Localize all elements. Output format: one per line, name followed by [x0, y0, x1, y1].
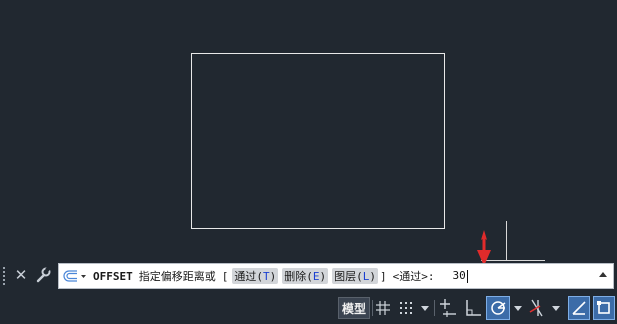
prompt-text: 指定偏移距离或 [138, 270, 216, 283]
polar-tracking-icon[interactable] [486, 296, 510, 320]
option-layer[interactable]: 图层(L) [332, 268, 378, 284]
model-tab[interactable]: 模型 [338, 297, 370, 319]
rectangle-object[interactable] [191, 53, 445, 229]
dynamic-input-icon[interactable] [438, 296, 460, 320]
snap-dropdown-icon[interactable] [419, 296, 431, 320]
bracket-close: ] [380, 269, 387, 283]
bracket-open: [ [221, 269, 229, 283]
snap-icon[interactable] [396, 296, 416, 320]
command-line-grip[interactable] [3, 265, 9, 285]
command-line[interactable]: OFFSET 指定偏移距离或 [ 通过(T) 删除(E) 图层(L) ] <通过… [58, 263, 614, 289]
default-option: <通过>: [392, 270, 435, 283]
close-icon[interactable]: ✕ [13, 265, 29, 285]
option-through[interactable]: 通过(T) [232, 268, 279, 284]
object-snap-tracking-icon[interactable] [568, 296, 590, 320]
scroll-up-icon[interactable] [599, 270, 607, 280]
divider [372, 300, 373, 316]
grid-icon[interactable] [374, 296, 392, 320]
isodraft-icon[interactable] [526, 296, 548, 320]
ortho-icon[interactable] [462, 296, 484, 320]
recent-commands-icon[interactable] [63, 266, 93, 286]
crosshair-cursor-vertical [506, 221, 507, 260]
command-input[interactable]: 30 [453, 269, 468, 283]
divider [434, 300, 435, 316]
wrench-icon[interactable] [34, 265, 52, 285]
polar-dropdown-icon[interactable] [512, 296, 524, 320]
red-arrow-annotation [477, 230, 491, 266]
object-snap-icon[interactable] [593, 296, 615, 320]
command-name: OFFSET [93, 269, 133, 283]
isodraft-dropdown-icon[interactable] [550, 296, 562, 320]
status-bar [0, 292, 617, 324]
option-erase[interactable]: 删除(E) [282, 268, 329, 284]
command-prompt: OFFSET 指定偏移距离或 [ 通过(T) 删除(E) 图层(L) ] <通过… [93, 266, 468, 286]
